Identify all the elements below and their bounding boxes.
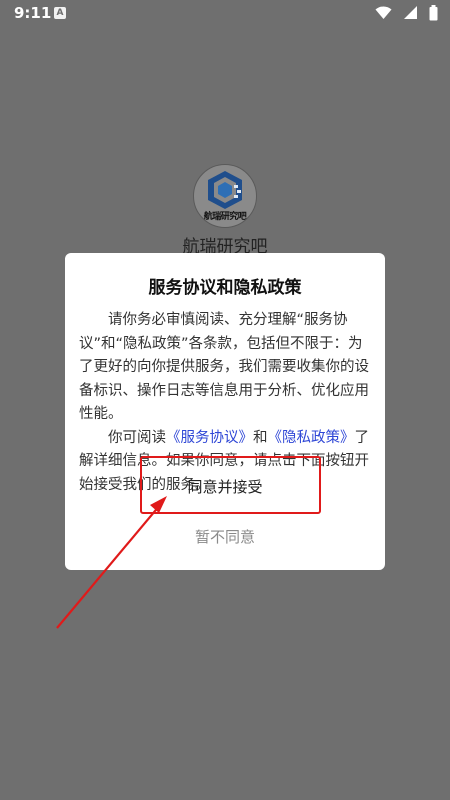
- annotation-arrow: [56, 496, 167, 629]
